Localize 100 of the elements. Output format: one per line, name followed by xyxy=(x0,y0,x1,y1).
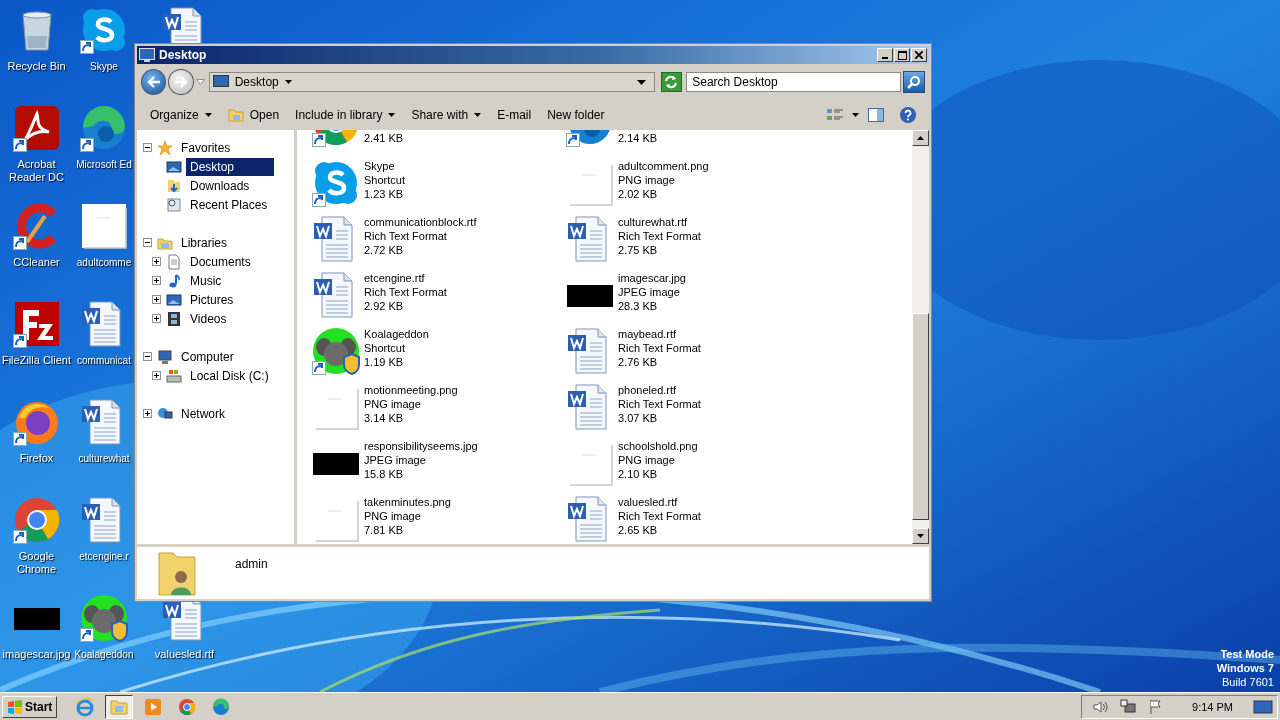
desktop-icon-label[interactable]: adultcomme xyxy=(76,256,132,269)
scrollbar[interactable] xyxy=(912,130,929,544)
file-name[interactable]: takenminutes.png xyxy=(364,495,451,509)
expand-toggle[interactable] xyxy=(152,314,161,323)
file-name[interactable]: imagescar.jpg xyxy=(618,271,686,285)
file-name[interactable]: phoneled.rtf xyxy=(618,383,701,397)
file-name[interactable]: Skype xyxy=(364,159,405,173)
expand-toggle[interactable] xyxy=(152,295,161,304)
caret-icon xyxy=(388,113,396,117)
file-size: 2.92 KB xyxy=(364,299,405,313)
folder-name: admin xyxy=(235,557,268,571)
desktop-icon-label[interactable]: Skype xyxy=(90,60,118,73)
window-icon xyxy=(139,48,155,62)
clock[interactable]: 9:14 PM xyxy=(1192,700,1233,713)
desktop-icon-label[interactable]: FileZilla Client xyxy=(1,354,72,367)
shortcut-arrow-icon xyxy=(12,138,27,152)
shortcut-arrow-icon xyxy=(12,432,27,446)
nav-item[interactable]: Favorites xyxy=(177,138,235,157)
nav-item[interactable]: Music xyxy=(186,271,226,290)
details-view-icon xyxy=(826,107,844,123)
nav-item[interactable]: Pictures xyxy=(186,290,238,309)
file-name[interactable]: schoolshold.png xyxy=(618,439,698,453)
file-type: PNG image xyxy=(364,509,422,523)
scroll-up-icon[interactable] xyxy=(917,136,924,140)
file-name[interactable]: Koalageddon xyxy=(364,327,429,341)
toolbar-button[interactable]: Open xyxy=(220,105,287,125)
address-bar[interactable]: Desktop xyxy=(208,72,655,92)
caret-icon[interactable] xyxy=(852,113,859,117)
file-size: 2.02 KB xyxy=(618,187,659,201)
file-name[interactable]: motionmeeting.png xyxy=(364,383,458,397)
shortcut-arrow-icon xyxy=(12,334,27,348)
network-icon xyxy=(157,405,173,422)
nav-item[interactable]: Local Disk (C:) xyxy=(186,366,273,385)
collapse-toggle[interactable] xyxy=(143,352,152,361)
media-player-icon xyxy=(143,696,164,717)
file-name[interactable]: etcengine.rtf xyxy=(364,271,447,285)
search-field[interactable]: Search Desktop xyxy=(686,72,902,92)
nav-item[interactable]: Network xyxy=(177,404,229,423)
history-dropdown-icon[interactable] xyxy=(195,79,205,85)
toolbar-button[interactable]: New folder xyxy=(540,105,612,125)
search-button[interactable] xyxy=(903,71,925,93)
file-name[interactable]: communicationblock.rtf xyxy=(364,215,477,229)
nav-item[interactable]: Documents xyxy=(186,252,255,271)
expand-toggle[interactable] xyxy=(152,371,161,380)
scroll-down-icon[interactable] xyxy=(917,534,924,538)
minimize-button[interactable] xyxy=(877,48,893,62)
star-icon xyxy=(157,139,173,156)
speaker-icon[interactable] xyxy=(1092,698,1109,715)
expand-toggle[interactable] xyxy=(143,409,152,418)
desktop-icon-label[interactable]: Acrobat Reader DC xyxy=(0,158,73,184)
os-notice-text: Windows 7 xyxy=(1216,661,1274,675)
refresh-button[interactable] xyxy=(660,72,683,92)
close-button[interactable] xyxy=(911,48,927,62)
nav-item[interactable]: Videos xyxy=(186,309,231,328)
shortcut-arrow-icon xyxy=(80,138,94,152)
nav-item[interactable]: Downloads xyxy=(186,176,254,195)
expand-toggle[interactable] xyxy=(152,276,161,285)
start-button[interactable]: Start xyxy=(2,695,58,718)
shortcut-arrow-icon xyxy=(312,193,326,207)
nav-item[interactable]: Recent Places xyxy=(186,195,272,214)
close-icon xyxy=(915,51,923,59)
nav-item[interactable]: Libraries xyxy=(177,233,232,252)
nav-item[interactable]: Desktop xyxy=(186,157,275,176)
recent-places-icon xyxy=(166,196,182,213)
expand-toggle[interactable] xyxy=(152,257,161,266)
desktop-icon-label[interactable]: CCleaner xyxy=(13,256,60,269)
file-name[interactable]: culturewhat.rtf xyxy=(618,215,701,229)
collapse-toggle[interactable] xyxy=(143,143,152,152)
toolbar-button[interactable]: Organize xyxy=(143,105,219,125)
back-button[interactable] xyxy=(141,69,167,95)
disk-icon xyxy=(166,367,182,384)
show-desktop-icon[interactable] xyxy=(1253,698,1273,715)
file-name[interactable]: adultcomment.png xyxy=(618,159,709,173)
nav-item[interactable]: Computer xyxy=(177,347,238,366)
toolbar-button[interactable]: E-mail xyxy=(490,105,539,125)
search-icon xyxy=(907,75,922,89)
desktop-icon-label[interactable]: communicat xyxy=(77,354,131,367)
file-type: JPEG image xyxy=(618,285,681,299)
file-name[interactable]: responsibilityseems.jpg xyxy=(364,439,478,453)
desktop-icon-label[interactable]: Recycle Bin xyxy=(7,60,66,73)
desktop-icon-label[interactable]: Microsoft Ed xyxy=(76,158,132,171)
file-name[interactable]: maybead.rtf xyxy=(618,327,701,341)
wave-browser-icon xyxy=(211,696,232,717)
desktop-icon xyxy=(212,75,229,89)
shortcut-arrow-icon xyxy=(12,236,27,250)
user-folder-icon xyxy=(155,551,199,597)
os-notice-text: Test Mode xyxy=(1220,647,1274,661)
shortcut-arrow-icon xyxy=(80,628,94,642)
forward-button[interactable] xyxy=(168,69,194,95)
file-size: 2.75 KB xyxy=(618,243,659,257)
caret-icon xyxy=(204,113,212,117)
network-icon[interactable] xyxy=(1120,698,1137,715)
taskbar-app-button[interactable] xyxy=(105,694,134,719)
refresh-icon xyxy=(663,75,680,89)
maximize-button[interactable] xyxy=(894,48,910,62)
collapse-toggle[interactable] xyxy=(143,238,152,247)
toolbar-button[interactable]: Share with xyxy=(404,105,489,125)
toolbar-button[interactable]: Include in library xyxy=(288,105,403,125)
file-name[interactable]: valuesled.rtf xyxy=(618,495,701,509)
file-type: JPEG image xyxy=(364,453,427,467)
